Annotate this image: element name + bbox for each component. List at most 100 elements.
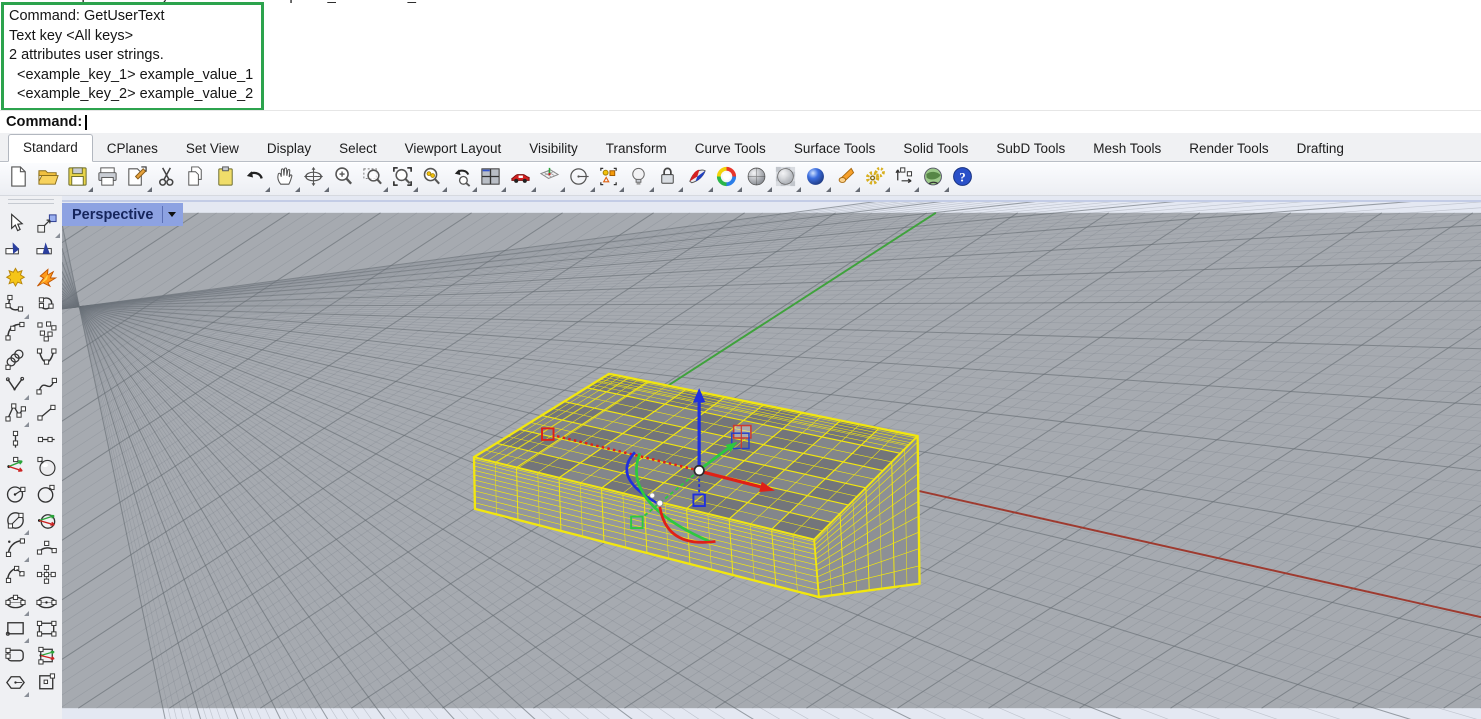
dimension-tools-button[interactable] [891,166,916,193]
named-views-car-button[interactable] [508,166,533,193]
save-file-button[interactable] [65,166,90,193]
sidebar-polygon-edge-button[interactable] [33,672,60,698]
sidebar-ellipse-diameter-button[interactable] [33,591,60,617]
sidebar-circle-2pt-button[interactable] [33,483,60,509]
undo-view-change-button[interactable] [449,166,474,193]
sidebar-gumball-move-button[interactable] [33,213,60,239]
flyout-triangle-icon[interactable] [24,557,29,562]
flyout-triangle-icon[interactable] [24,638,29,643]
sidebar-curve-through-points-button[interactable] [33,294,60,320]
flyout-triangle-icon[interactable] [560,187,565,192]
perspective-viewport[interactable]: Perspective [62,196,1481,719]
flyout-triangle-icon[interactable] [24,611,29,616]
flyout-triangle-icon[interactable] [855,187,860,192]
sidebar-grip[interactable] [8,199,54,200]
sidebar-polyline-button[interactable] [2,402,29,428]
file-properties-button[interactable] [124,166,149,193]
flyout-triangle-icon[interactable] [678,187,683,192]
sidebar-boolean-star-button[interactable] [2,267,29,293]
render-fin-button[interactable] [685,166,710,193]
sidebar-parabola-button[interactable] [33,348,60,374]
paste-from-clipboard-button[interactable] [213,166,238,193]
sidebar-arc-center-button[interactable] [2,537,29,563]
tab-cplanes[interactable]: CPlanes [93,136,172,162]
tab-viewport-layout[interactable]: Viewport Layout [391,136,516,162]
tab-transform[interactable]: Transform [592,136,681,162]
tab-subd-tools[interactable]: SubD Tools [982,136,1079,162]
flyout-triangle-icon[interactable] [619,187,624,192]
flyout-triangle-icon[interactable] [295,187,300,192]
tab-select[interactable]: Select [325,136,391,162]
tab-set-view[interactable]: Set View [172,136,253,162]
print-button[interactable] [95,166,120,193]
sidebar-freeform-curve-button[interactable] [33,375,60,401]
flyout-triangle-icon[interactable] [24,395,29,400]
flyout-triangle-icon[interactable] [442,187,447,192]
viewport-menu-arrow-button[interactable] [162,206,181,223]
tab-solid-tools[interactable]: Solid Tools [889,136,982,162]
flyout-triangle-icon[interactable] [24,314,29,319]
sidebar-rectangle-corner-button[interactable] [2,618,29,644]
tab-standard[interactable]: Standard [8,134,93,162]
color-wheel-button[interactable] [714,166,739,193]
sidebar-explode-burst-button[interactable] [33,267,60,293]
viewport-canvas[interactable] [62,202,1481,719]
viewport-title-tab[interactable]: Perspective [62,203,183,226]
zoom-window-button[interactable] [360,166,385,193]
sidebar-point-cloud-button[interactable] [33,321,60,347]
flyout-triangle-icon[interactable] [796,187,801,192]
flyout-triangle-icon[interactable] [944,187,949,192]
flyout-triangle-icon[interactable] [501,187,506,192]
help-button[interactable]: ? [950,166,975,193]
sidebar-rounded-rectangle-button[interactable] [2,645,29,671]
flyout-triangle-icon[interactable] [708,187,713,192]
viewport-layout-button[interactable] [478,166,503,193]
flyout-triangle-icon[interactable] [383,187,388,192]
sidebar-helix-button[interactable] [2,348,29,374]
sidebar-line-single-button[interactable] [33,402,60,428]
tab-surface-tools[interactable]: Surface Tools [780,136,890,162]
sidebar-cplane-axes-button[interactable] [2,456,29,482]
sidebar-circle-diameter-button[interactable] [2,510,29,536]
shaded-display-button[interactable] [744,166,769,193]
lights-button[interactable] [626,166,651,193]
tab-display[interactable]: Display [253,136,325,162]
flyout-triangle-icon[interactable] [649,187,654,192]
sidebar-line-vertical-button[interactable] [2,429,29,455]
ghosted-display-button[interactable] [773,166,798,193]
open-file-button[interactable] [36,166,61,193]
gumball-origin-handle[interactable] [694,466,704,476]
rotate-view-button[interactable] [301,166,326,193]
flyout-triangle-icon[interactable] [265,187,270,192]
sidebar-rectangle-3pt-button[interactable] [33,618,60,644]
sidebar-select-tool-button[interactable] [2,213,29,239]
flyout-triangle-icon[interactable] [24,530,29,535]
lock-objects-button[interactable] [655,166,680,193]
sidebar-grip[interactable] [8,203,54,204]
command-prompt-row[interactable]: Command: [0,110,1481,134]
tab-mesh-tools[interactable]: Mesh Tools [1079,136,1175,162]
sidebar-ellipse-center-button[interactable] [2,591,29,617]
flyout-triangle-icon[interactable] [24,422,29,427]
flyout-triangle-icon[interactable] [531,187,536,192]
new-file-button[interactable] [6,166,31,193]
flyout-triangle-icon[interactable] [767,187,772,192]
flyout-triangle-icon[interactable] [590,187,595,192]
flyout-triangle-icon[interactable] [88,187,93,192]
options-gears-button[interactable] [862,166,887,193]
copy-to-clipboard-button[interactable] [183,166,208,193]
zoom-extents-button[interactable] [390,166,415,193]
flyout-triangle-icon[interactable] [147,187,152,192]
rendered-display-button[interactable] [803,166,828,193]
radius-circle-button[interactable] [567,166,592,193]
flyout-triangle-icon[interactable] [826,187,831,192]
flyout-triangle-icon[interactable] [472,187,477,192]
zoom-selected-button[interactable] [419,166,444,193]
flyout-triangle-icon[interactable] [24,692,29,697]
flyout-triangle-icon[interactable] [413,187,418,192]
sidebar-circle-center-radius-button[interactable] [2,483,29,509]
sidebar-edit-points-button[interactable] [33,564,60,590]
flyout-triangle-icon[interactable] [55,233,60,238]
sidebar-polygon-center-button[interactable] [2,672,29,698]
sidebar-arc-3pt-button[interactable] [33,537,60,563]
